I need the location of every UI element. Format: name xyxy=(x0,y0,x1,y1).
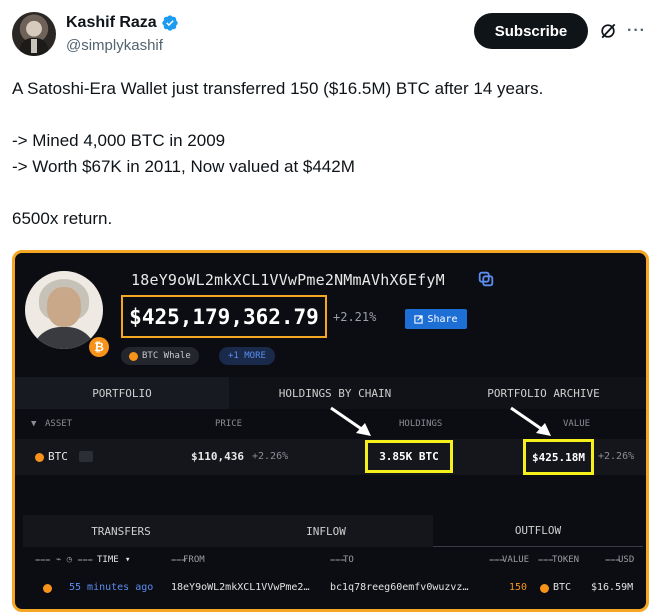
asset-row: BTC $110,436 +2.26% 3.85K BTC $425.18M +… xyxy=(15,439,646,475)
sort-caret-icon: ▼ xyxy=(31,419,37,429)
bitcoin-dot-icon xyxy=(129,351,138,361)
bitcoin-icon: ₿ xyxy=(89,337,109,357)
value-change: +2.26% xyxy=(598,451,635,462)
col-to: TO xyxy=(343,555,354,565)
col-value: VALUE xyxy=(563,419,591,429)
tx-time: 55 minutes ago xyxy=(69,582,154,593)
value-highlight: $425.18M xyxy=(523,439,594,475)
more-tags: +1 MORE xyxy=(219,347,275,365)
filter-icons: ⩶ ⌁ ◷ ⩶ xyxy=(35,555,93,565)
tx-usd: $16.59M xyxy=(591,582,634,593)
share-button: Share xyxy=(405,309,467,329)
arrow-icon xyxy=(330,406,371,436)
tweet-text: A Satoshi-Era Wallet just transferred 15… xyxy=(12,76,642,232)
author-avatar[interactable] xyxy=(12,12,56,56)
bitcoin-dot-icon xyxy=(43,584,52,593)
col-from: FROM xyxy=(183,555,205,565)
transfer-row: 55 minutes ago 18eY9oWL2mkXCL1VVwPme2… b… xyxy=(15,578,646,600)
bitcoin-dot-icon xyxy=(35,453,44,462)
tab-inflow: INFLOW xyxy=(219,515,433,547)
col-value: VALUE xyxy=(502,555,530,565)
col-price: PRICE xyxy=(215,419,243,429)
subscribe-button[interactable]: Subscribe xyxy=(474,13,588,49)
grok-icon[interactable] xyxy=(598,21,618,41)
col-time: TIME xyxy=(97,555,119,565)
asset-price: $110,436 xyxy=(191,450,244,463)
chart-icon xyxy=(79,451,93,462)
col-asset: ASSET xyxy=(45,419,73,429)
col-token: TOKEN xyxy=(552,555,580,565)
share-icon xyxy=(414,314,424,324)
tab-outflow: OUTFLOW xyxy=(433,515,643,547)
flow-tabs: TRANSFERS INFLOW OUTFLOW xyxy=(23,515,643,547)
wallet-portrait xyxy=(25,271,103,349)
tweet-line xyxy=(12,180,642,206)
author-display-name[interactable]: Kashif Raza xyxy=(66,14,157,32)
wallet-balance: $425,179,362.79 xyxy=(121,295,327,338)
transfer-column-headers: ⩶ ⌁ ◷ ⩶ TIME ▾ ⩶ FROM ⩶ TO ⩶ VALUE ⩶ TOK… xyxy=(15,549,646,571)
more-icon[interactable]: ··· xyxy=(627,22,646,40)
author-handle[interactable]: @simplykashif xyxy=(66,37,163,54)
tweet-line xyxy=(12,102,642,128)
tx-token: BTC xyxy=(553,582,572,593)
holdings-highlight: 3.85K BTC xyxy=(365,440,453,473)
balance-change: +2.21% xyxy=(333,310,377,324)
bitcoin-dot-icon xyxy=(540,584,549,593)
tweet-line: -> Worth $67K in 2011, Now valued at $44… xyxy=(12,157,355,176)
tx-value: 150 xyxy=(509,582,528,593)
tweet-media-image[interactable]: ₿ 18eY9oWL2mkXCL1VVwPme2NMmAVhX6EfyM $42… xyxy=(12,250,649,612)
tweet-line: 6500x return. xyxy=(12,209,113,228)
tab-transfers: TRANSFERS xyxy=(23,515,219,547)
sort-down-icon: ▾ xyxy=(125,555,131,565)
tag-label: BTC Whale xyxy=(142,351,191,361)
share-label: Share xyxy=(427,313,458,325)
asset-symbol: BTC xyxy=(48,450,68,463)
tweet-line: A Satoshi-Era Wallet just transferred 15… xyxy=(12,79,544,98)
price-change: +2.26% xyxy=(252,451,289,462)
wallet-address: 18eY9oWL2mkXCL1VVwPme2NMmAVhX6EfyM xyxy=(131,271,445,289)
tx-to: bc1q78reeg60emfv0wuzvz… xyxy=(330,582,469,593)
copy-icon xyxy=(478,271,494,287)
arrow-icon xyxy=(510,406,551,436)
tweet-line: -> Mined 4,000 BTC in 2009 xyxy=(12,131,226,150)
col-holdings: HOLDINGS xyxy=(399,419,443,429)
btc-whale-tag: BTC Whale xyxy=(121,347,199,365)
verified-badge-icon xyxy=(162,15,178,31)
tab-portfolio: PORTFOLIO xyxy=(15,377,229,409)
col-usd: USD xyxy=(618,555,635,565)
tx-from: 18eY9oWL2mkXCL1VVwPme2… xyxy=(171,582,310,593)
